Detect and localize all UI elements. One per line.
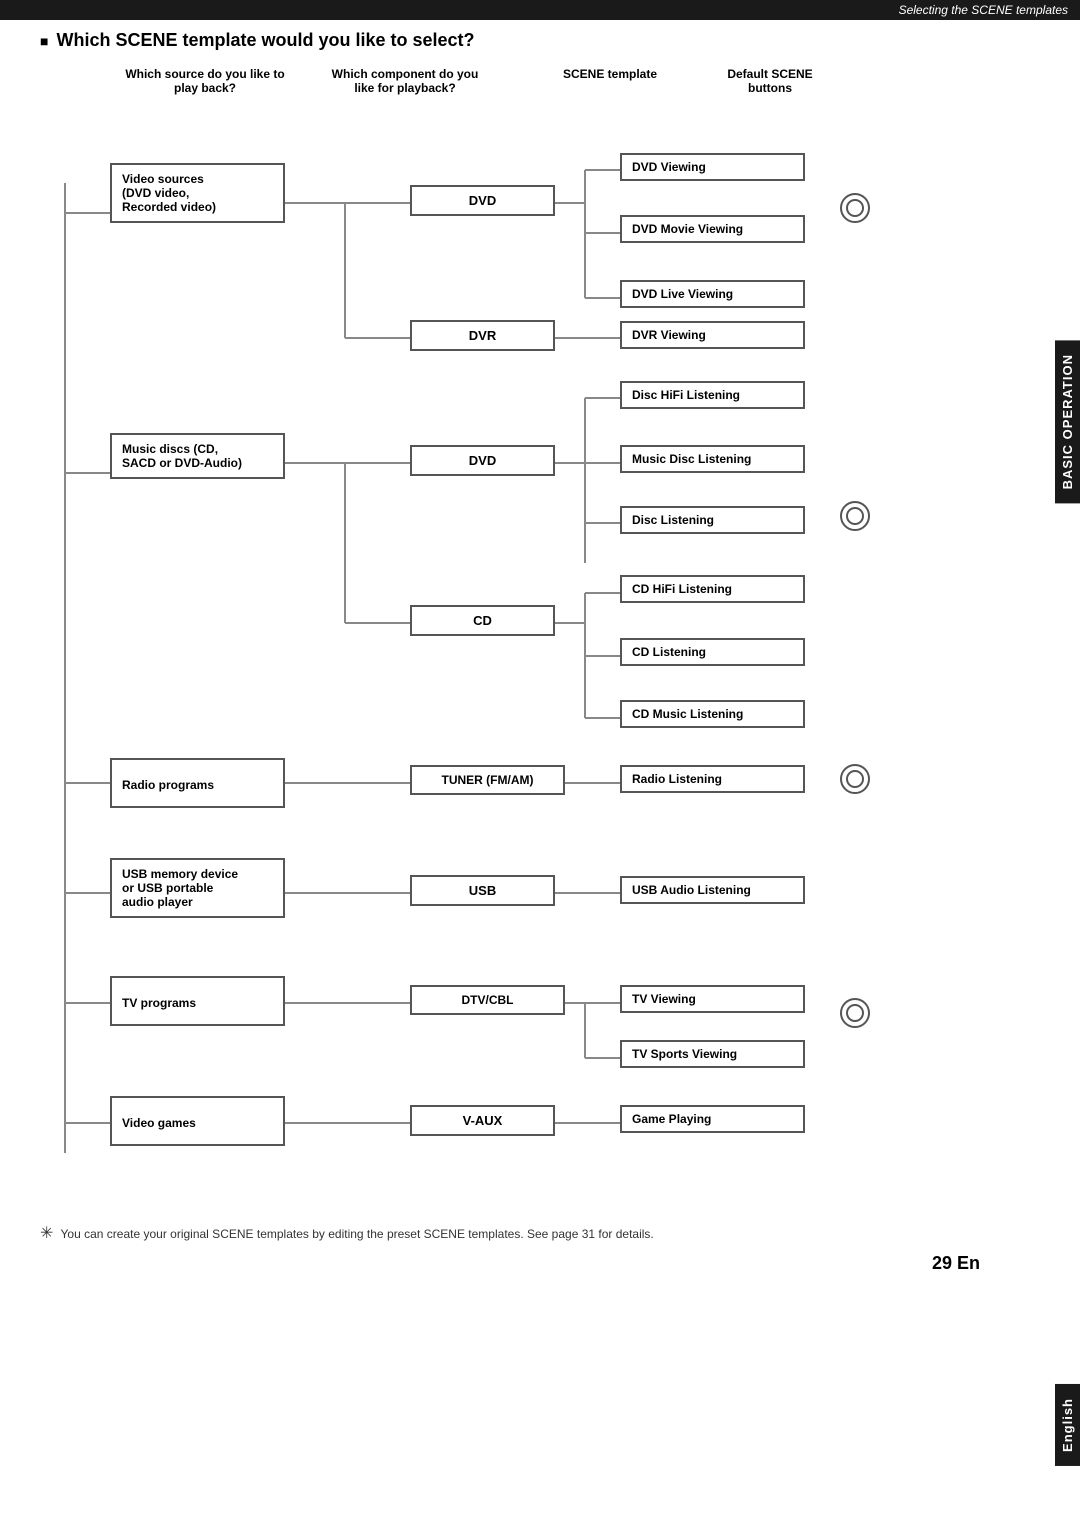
top-bar: Selecting the SCENE templates bbox=[0, 0, 1080, 20]
scene-box-dvd-live-viewing: DVD Live Viewing bbox=[620, 280, 805, 308]
source-box-games: Video games bbox=[110, 1096, 285, 1146]
top-bar-text: Selecting the SCENE templates bbox=[899, 3, 1068, 17]
scene-box-tv-viewing: TV Viewing bbox=[620, 985, 805, 1013]
scene-box-disc-listening: Disc Listening bbox=[620, 506, 805, 534]
source-box-music: Music discs (CD,SACD or DVD-Audio) bbox=[110, 433, 285, 479]
default-scene-btn-1[interactable] bbox=[840, 193, 870, 223]
col-header-source: Which source do you like toplay back? bbox=[100, 67, 310, 95]
component-box-dvd2: DVD bbox=[410, 445, 555, 476]
scene-box-dvd-movie-viewing: DVD Movie Viewing bbox=[620, 215, 805, 243]
scene-box-dvr-viewing: DVR Viewing bbox=[620, 321, 805, 349]
scene-box-cd-listening: CD Listening bbox=[620, 638, 805, 666]
col-header-component: Which component do youlike for playback? bbox=[310, 67, 500, 95]
page-title: Which SCENE template would you like to s… bbox=[40, 30, 1040, 51]
component-box-tuner: TUNER (FM/AM) bbox=[410, 765, 565, 795]
default-scene-btn-3[interactable] bbox=[840, 764, 870, 794]
scene-box-usb-audio: USB Audio Listening bbox=[620, 876, 805, 904]
diagram-lines bbox=[40, 103, 1020, 1203]
scene-box-radio: Radio Listening bbox=[620, 765, 805, 793]
main-content: Which SCENE template would you like to s… bbox=[0, 20, 1080, 1294]
scene-box-dvd-viewing: DVD Viewing bbox=[620, 153, 805, 181]
col-header-scene: SCENE template bbox=[500, 67, 720, 95]
note-icon: ✳ bbox=[40, 1225, 53, 1242]
component-box-dvr: DVR bbox=[410, 320, 555, 351]
component-box-cd: CD bbox=[410, 605, 555, 636]
footer-note: ✳ You can create your original SCENE tem… bbox=[40, 1223, 1040, 1243]
component-box-dvd1: DVD bbox=[410, 185, 555, 216]
source-box-radio: Radio programs bbox=[110, 758, 285, 808]
page-number: 29 En bbox=[40, 1253, 1040, 1274]
footer-note-text: You can create your original SCENE templ… bbox=[61, 1227, 654, 1241]
source-box-video: Video sources(DVD video,Recorded video) bbox=[110, 163, 285, 223]
diagram-container: Video sources(DVD video,Recorded video) … bbox=[40, 103, 1020, 1203]
source-box-usb: USB memory deviceor USB portableaudio pl… bbox=[110, 858, 285, 918]
scene-box-cd-music: CD Music Listening bbox=[620, 700, 805, 728]
col-header-default: Default SCENEbuttons bbox=[720, 67, 820, 95]
scene-box-tv-sports: TV Sports Viewing bbox=[620, 1040, 805, 1068]
scene-box-music-disc: Music Disc Listening bbox=[620, 445, 805, 473]
component-box-dtvcbl: DTV/CBL bbox=[410, 985, 565, 1015]
scene-box-disc-hifi: Disc HiFi Listening bbox=[620, 381, 805, 409]
source-box-tv: TV programs bbox=[110, 976, 285, 1026]
side-tab-bottom-label: English bbox=[1060, 1398, 1075, 1452]
side-tab-english: English bbox=[1055, 1384, 1080, 1466]
component-box-usb: USB bbox=[410, 875, 555, 906]
column-headers: Which source do you like toplay back? Wh… bbox=[40, 67, 1040, 95]
scene-box-game-playing: Game Playing bbox=[620, 1105, 805, 1133]
component-box-vaux: V-AUX bbox=[410, 1105, 555, 1136]
default-scene-btn-4[interactable] bbox=[840, 998, 870, 1028]
scene-box-cd-hifi: CD HiFi Listening bbox=[620, 575, 805, 603]
default-scene-btn-2[interactable] bbox=[840, 501, 870, 531]
